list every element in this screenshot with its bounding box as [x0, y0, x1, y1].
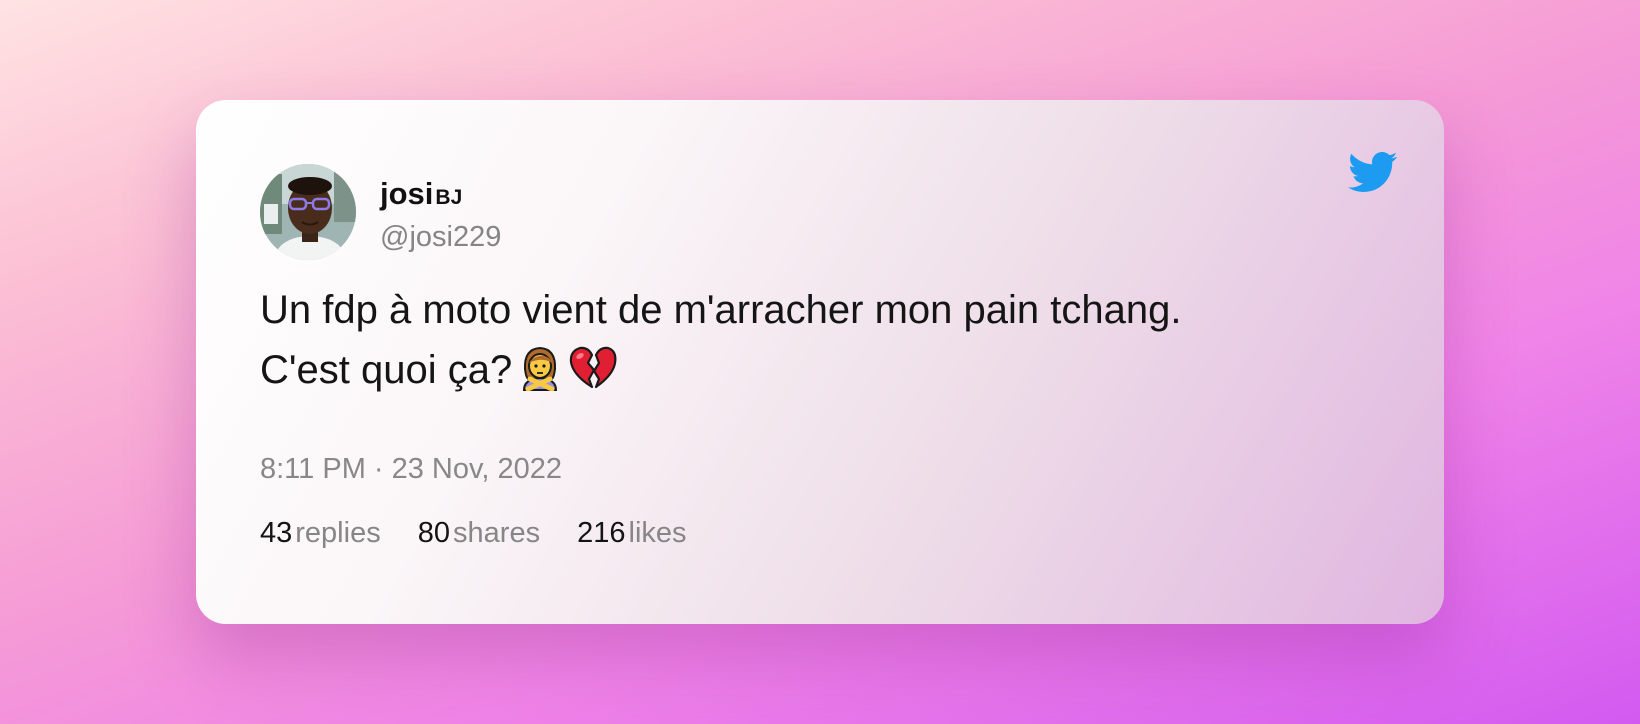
tweet-text-line: C'est quoi ça?	[260, 348, 513, 392]
shares-stat[interactable]: 80 shares	[418, 514, 540, 552]
tweet-stats: 43 replies 80 shares 216 likes	[260, 514, 716, 552]
likes-label: likes	[628, 517, 687, 549]
author-display-name[interactable]: josiBJ	[380, 174, 462, 218]
tweet-timestamp[interactable]: 8:11 PM · 23 Nov, 2022	[260, 450, 562, 488]
replies-stat[interactable]: 43 replies	[260, 514, 381, 552]
woman-gesturing-no-emoji	[523, 346, 558, 391]
tweet-text: Un fdp à moto vient de m'arracher mon pa…	[260, 280, 1380, 400]
tweet-card: josiBJ @josi229 Un fdp à moto vient de m…	[196, 100, 1444, 624]
tweet-text-line: Un fdp à moto vient de m'arracher mon pa…	[260, 288, 1182, 332]
shares-label: shares	[453, 517, 541, 549]
twitter-bird-icon	[1348, 151, 1398, 192]
avatar[interactable]	[260, 164, 356, 260]
shares-count: 80	[417, 517, 451, 549]
broken-heart-emoji	[570, 346, 617, 389]
tweet-text-line-with-emojis: C'est quoi ça?	[260, 340, 1380, 400]
replies-label: replies	[295, 517, 381, 549]
author-handle[interactable]: @josi229	[380, 218, 501, 256]
display-name-suffix: BJ	[435, 186, 463, 209]
profile-photo-avatar	[260, 164, 356, 260]
likes-stat[interactable]: 216 likes	[577, 514, 686, 552]
replies-count: 43	[260, 517, 293, 549]
likes-count: 216	[577, 517, 626, 549]
display-name-text: josi	[380, 176, 434, 211]
